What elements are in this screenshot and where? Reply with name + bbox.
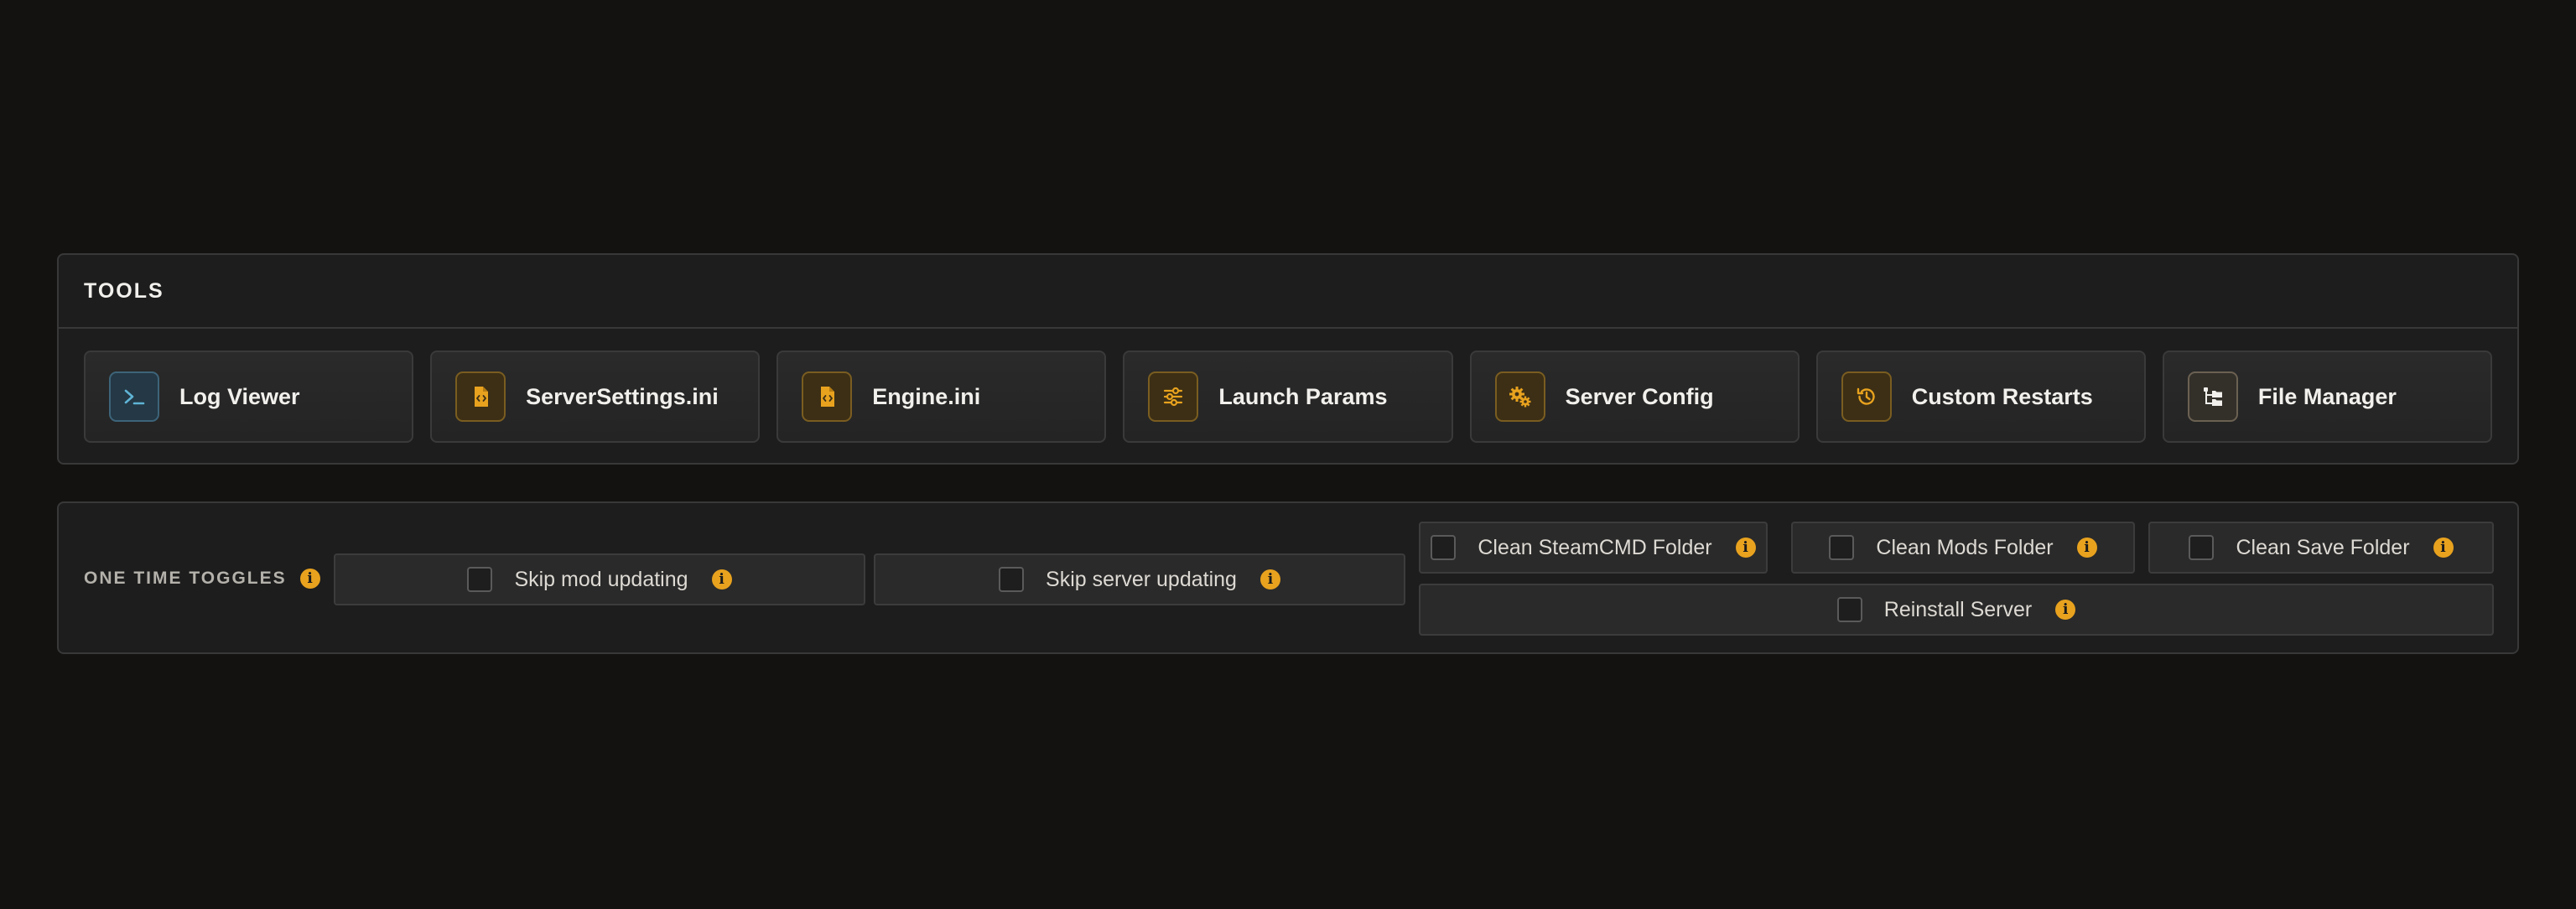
skip-mod-updating-checkbox[interactable]	[467, 567, 493, 592]
info-icon[interactable]: i	[2433, 538, 2454, 558]
info-icon[interactable]: i	[711, 569, 732, 590]
clean-steamcmd-folder-label: Clean SteamCMD Folder	[1478, 535, 1712, 559]
tools-title: TOOLS	[84, 278, 164, 303]
info-icon[interactable]: i	[2055, 600, 2076, 620]
info-icon[interactable]: i	[1735, 538, 1756, 558]
info-icon[interactable]: i	[1259, 569, 1280, 590]
skip-server-updating-toggle[interactable]: Skip server updating i	[874, 553, 1405, 605]
file-manager-button[interactable]: File Manager	[2162, 351, 2492, 443]
server-config-button[interactable]: Server Config	[1469, 351, 1800, 443]
skip-server-updating-checkbox[interactable]	[999, 567, 1025, 592]
clean-save-folder-toggle[interactable]: Clean Save Folder i	[2148, 522, 2494, 574]
engine-ini-label: Engine.ini	[872, 383, 981, 409]
clean-mods-folder-checkbox[interactable]	[1829, 535, 1855, 560]
custom-restarts-label: Custom Restarts	[1911, 383, 2093, 409]
gears-icon	[1494, 371, 1545, 422]
one-time-toggles-panel: ONE TIME TOGGLES i Skip mod updating i S…	[57, 501, 2519, 654]
reinstall-server-label: Reinstall Server	[1883, 597, 2033, 621]
toggles-label-group: ONE TIME TOGGLES i	[84, 569, 320, 589]
tools-panel: TOOLS Log Viewer ServerSettings.ini Engi…	[57, 253, 2519, 465]
code-file-icon	[455, 371, 506, 422]
skip-mod-updating-label: Skip mod updating	[514, 567, 688, 591]
tools-row: Log Viewer ServerSettings.ini Engine.ini…	[84, 351, 2492, 443]
clean-steamcmd-folder-toggle[interactable]: Clean SteamCMD Folder i	[1419, 522, 1768, 574]
clean-mods-folder-label: Clean Mods Folder	[1876, 535, 2054, 559]
server-config-label: Server Config	[1565, 383, 1714, 409]
launch-params-label: Launch Params	[1218, 383, 1388, 409]
toggles-title: ONE TIME TOGGLES	[84, 569, 287, 588]
clean-mods-folder-toggle[interactable]: Clean Mods Folder i	[1791, 522, 2135, 574]
reinstall-server-toggle[interactable]: Reinstall Server i	[1419, 584, 2494, 636]
log-viewer-label: Log Viewer	[179, 383, 300, 409]
folder-tree-icon	[2187, 371, 2238, 422]
clean-save-folder-label: Clean Save Folder	[2236, 535, 2410, 559]
sliders-icon	[1148, 371, 1199, 422]
server-settings-ini-button[interactable]: ServerSettings.ini	[430, 351, 761, 443]
server-settings-ini-label: ServerSettings.ini	[526, 383, 719, 409]
skip-mod-updating-toggle[interactable]: Skip mod updating i	[334, 553, 865, 605]
clean-save-folder-checkbox[interactable]	[2189, 535, 2215, 560]
clean-steamcmd-folder-checkbox[interactable]	[1431, 535, 1457, 560]
log-viewer-button[interactable]: Log Viewer	[84, 351, 414, 443]
launch-params-button[interactable]: Launch Params	[1123, 351, 1453, 443]
reinstall-server-checkbox[interactable]	[1836, 597, 1862, 622]
skip-server-updating-label: Skip server updating	[1046, 567, 1237, 591]
history-icon	[1841, 371, 1892, 422]
code-file-icon	[802, 371, 853, 422]
info-icon[interactable]: i	[299, 569, 320, 589]
engine-ini-button[interactable]: Engine.ini	[776, 351, 1107, 443]
file-manager-label: File Manager	[2257, 383, 2397, 409]
tools-header: TOOLS	[59, 255, 2517, 329]
custom-restarts-button[interactable]: Custom Restarts	[1815, 351, 2146, 443]
terminal-icon	[109, 371, 159, 422]
info-icon[interactable]: i	[2076, 538, 2097, 558]
